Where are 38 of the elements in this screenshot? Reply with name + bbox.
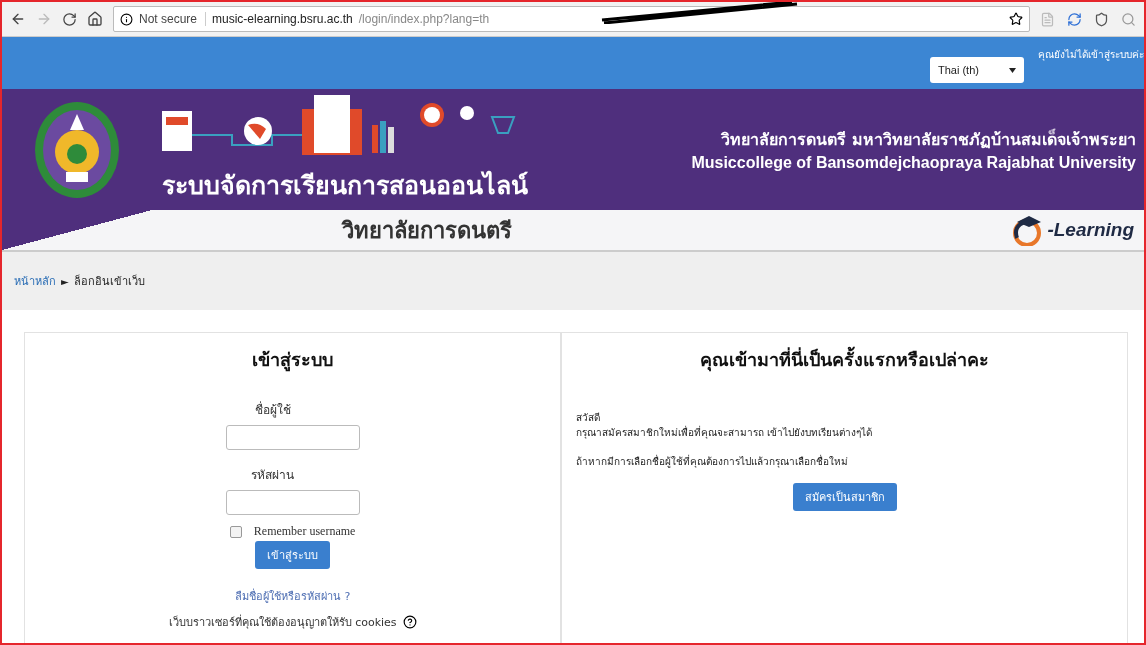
language-select[interactable]: Thai (th) <box>930 57 1024 83</box>
system-title: ระบบจัดการเรียนการสอนออนไลน์ <box>162 169 528 202</box>
login-heading: เข้าสู่ระบบ <box>252 348 334 374</box>
info-text: กรุณาสมัครสมาชิกใหม่เพื่อที่คุณจะสามารถ เข้าไปยังบทเรียนต่างๆได้ <box>576 425 874 440</box>
username-field[interactable] <box>225 425 360 450</box>
greeting-text: สวัสดี <box>576 411 602 425</box>
info-icon[interactable] <box>120 12 133 26</box>
current-page-label: ล็อกอินเข้าเว็บ <box>73 273 145 290</box>
sync-icon[interactable] <box>1067 11 1082 27</box>
reload-icon[interactable] <box>62 11 77 27</box>
home-link[interactable]: หน้าหลัก <box>14 272 56 290</box>
password-field[interactable] <box>225 490 360 515</box>
caret-icon <box>1009 67 1016 73</box>
shield-icon[interactable] <box>1094 11 1109 27</box>
remember-label: Remember username <box>253 524 356 539</box>
college-subtitle: วิทยาลัยการดนตรี <box>340 216 513 245</box>
signup-heading: คุณเข้ามาที่นี่เป็นครั้งแรกหรือเปล่าคะ <box>576 345 1113 374</box>
security-label: Not secure <box>139 12 207 26</box>
password-label: รหัสผ่าน <box>251 467 295 484</box>
login-button[interactable]: เข้าสู่ระบบ <box>255 541 331 569</box>
url-path: /login/index.php?lang=th <box>358 12 490 26</box>
elearning-logo-text: -Learning <box>1047 219 1134 241</box>
star-icon[interactable] <box>1009 12 1023 26</box>
breadcrumb-separator: ► <box>61 275 69 287</box>
home-icon[interactable] <box>87 11 103 27</box>
remember-checkbox[interactable] <box>229 525 242 538</box>
college-name-thai: วิทยาลัยการดนตรี มหาวิทยาลัยราชภัฏบ้านสมเด็จเจ้าพระยา <box>721 127 1136 151</box>
signup-button[interactable]: สมัครเป็นสมาชิก <box>792 483 897 511</box>
username-label: ชื่อผู้ใช้ <box>254 400 291 419</box>
college-name-english: Musiccollege of Bansomdejchaopraya Rajabhat University <box>691 154 1136 172</box>
url-host: music-elearning.bsru.ac.th <box>212 12 353 26</box>
address-bar[interactable]: Not secure music-elearning.bsru.ac.th /login/index.php?lang=th <box>113 6 1030 32</box>
back-icon[interactable] <box>10 11 26 27</box>
forgot-password-link[interactable]: ลืมชื่อผู้ใช้หรือรหัสผ่าน ? <box>234 587 351 605</box>
info-text: ถ้าหากมีการเลือกชื่อผู้ใช้ที่คุณต้องการไปแล้วกรุณาเลือกชื่อใหม่ <box>576 454 850 469</box>
cookies-notice: เว็บบราวเซอร์ที่คุณใช้ต้องอนุญาตให้รับ cookies <box>168 613 397 631</box>
help-icon[interactable] <box>402 615 417 629</box>
login-status: คุณยังไม่ได้เข้าสู่ระบบค่ะ <box>1038 48 1144 62</box>
